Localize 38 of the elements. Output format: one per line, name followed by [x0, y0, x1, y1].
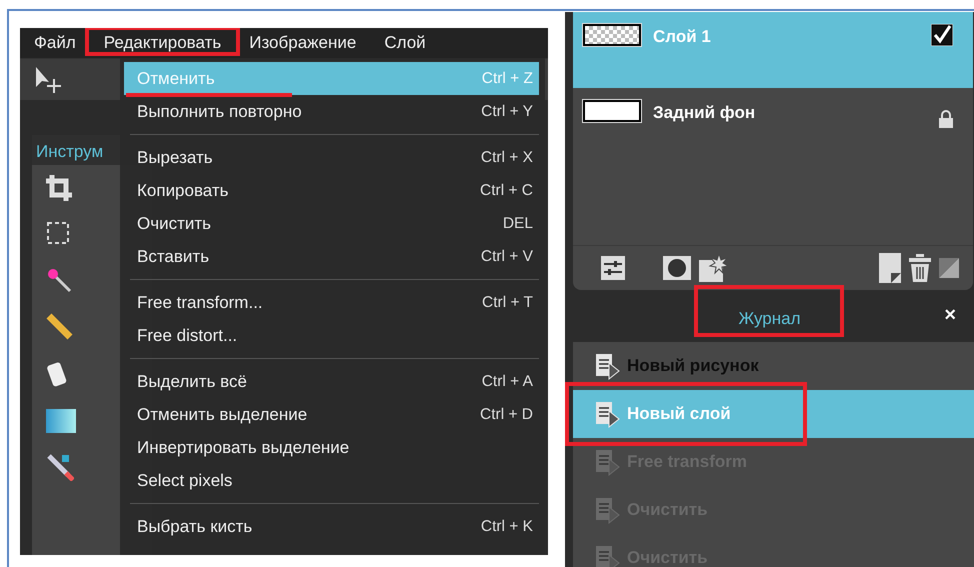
menu-item[interactable]: Выполнить повторно Ctrl + Y [124, 95, 539, 128]
mask-icon[interactable] [663, 256, 691, 280]
pencil-icon[interactable] [46, 313, 74, 341]
document-arrow-icon [595, 543, 621, 567]
menu-item[interactable]: Отменить выделение Ctrl + D [124, 398, 539, 431]
sparkle-icon[interactable] [699, 254, 729, 282]
magic-wand-icon[interactable] [46, 267, 72, 293]
trash-icon[interactable] [909, 254, 931, 282]
menu-item[interactable]: Выделить всё Ctrl + A [124, 365, 539, 398]
menu-item[interactable]: Вставить Ctrl + V [124, 240, 539, 273]
marquee-tool-icon[interactable] [46, 221, 72, 247]
brush-icon[interactable] [46, 453, 74, 481]
page-icon[interactable] [879, 253, 901, 283]
menu-item[interactable]: Редактировать [90, 28, 236, 58]
menu-item[interactable]: Free transform... Ctrl + T [124, 286, 539, 319]
menu-item[interactable]: Очистить DEL [124, 207, 539, 240]
move-tool-icon[interactable] [34, 64, 64, 94]
visibility-checkbox[interactable] [931, 24, 953, 46]
checker-thumbnail [583, 24, 641, 46]
menu-item[interactable]: Free distort... [124, 319, 539, 352]
menu-item[interactable]: Выбрать кисть Ctrl + K [124, 510, 539, 543]
menu-item[interactable]: Select pixels [124, 464, 539, 497]
document-arrow-icon [595, 495, 621, 525]
menu-item[interactable]: Файл [20, 28, 90, 58]
close-button[interactable]: × [944, 305, 956, 325]
menu-item[interactable]: Слой [370, 28, 440, 58]
menu-item[interactable]: Копировать Ctrl + C [124, 174, 539, 207]
layer-thumbnail [583, 100, 641, 122]
panel-title: Журнал [738, 308, 801, 330]
layer-row[interactable]: Задний фон [573, 88, 973, 140]
sliders-icon[interactable] [601, 256, 625, 280]
menu-item[interactable]: Инвертировать выделение [124, 431, 539, 464]
document-arrow-icon [595, 351, 621, 381]
lock-icon [939, 110, 953, 128]
crop-tool-icon[interactable] [46, 175, 72, 201]
menu-item[interactable]: Изображение [235, 28, 370, 58]
document-arrow-icon [595, 399, 621, 429]
document-arrow-icon [595, 447, 621, 477]
